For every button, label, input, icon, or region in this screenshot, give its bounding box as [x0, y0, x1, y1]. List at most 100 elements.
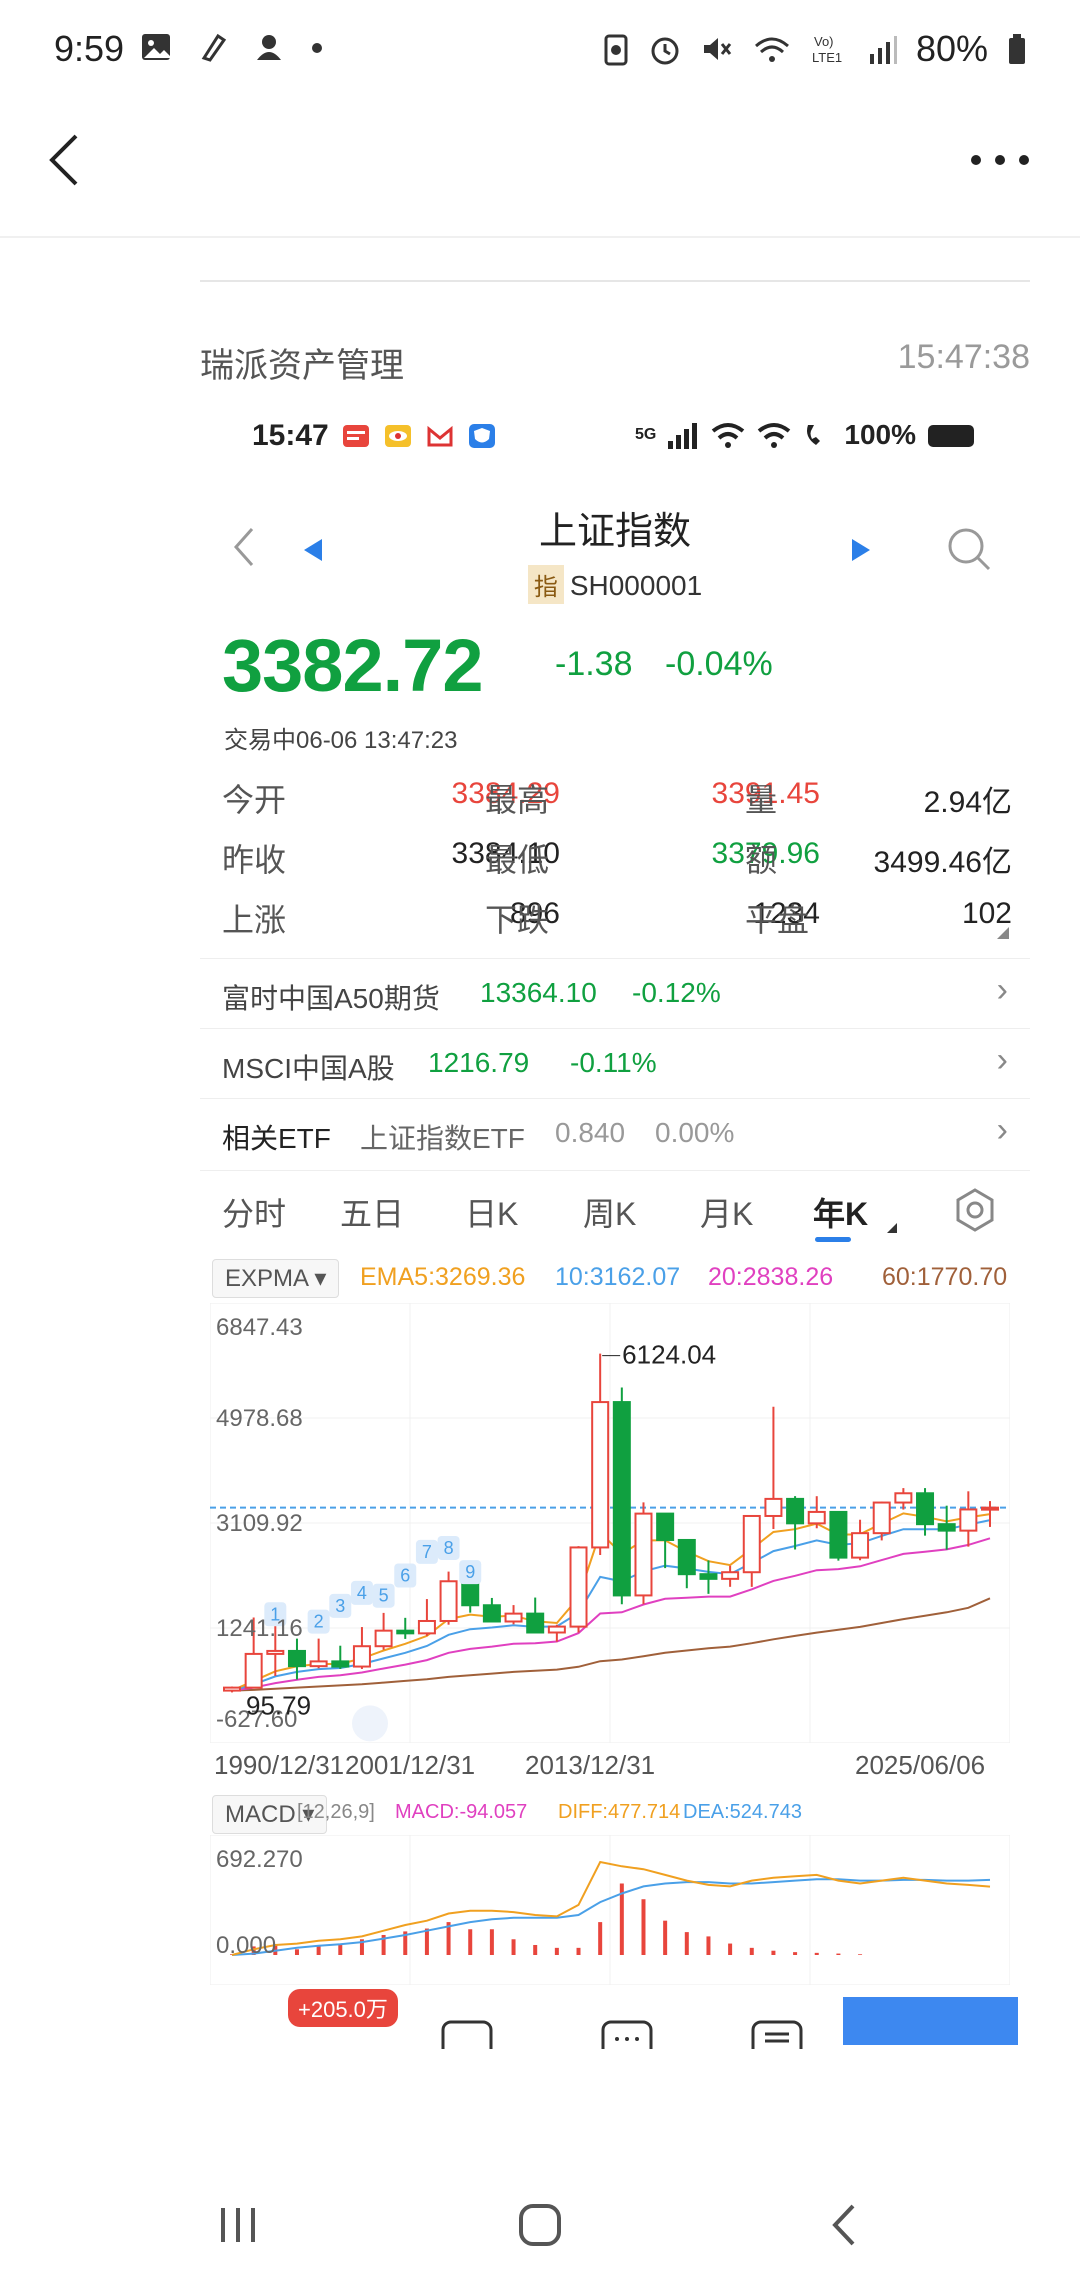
link-row-msci[interactable]: MSCI中国A股 1216.79 -0.11% ›	[200, 1028, 1030, 1098]
macd-hist-bar	[663, 1920, 668, 1955]
settings-icon[interactable]	[952, 1187, 998, 1233]
candle-body	[331, 1660, 350, 1668]
y-tick-label: 6847.43	[216, 1314, 303, 1341]
tab-week-k[interactable]: 周K	[583, 1189, 636, 1235]
y-tick-label: 3109.92	[216, 1510, 303, 1537]
candle-body	[504, 1612, 523, 1623]
svg-text:Vo): Vo)	[814, 34, 834, 49]
x-label: 2013/12/31	[525, 1750, 656, 1780]
wifi-icon	[754, 37, 789, 62]
quote-grid: 今开 3384.29 最高 3391.45 量 2.94亿 昨收 3384.10 最低 3379.…	[200, 775, 1030, 955]
more-options-button[interactable]	[960, 130, 1040, 190]
link-row-etf[interactable]: 相关ETF 上证指数ETF 0.840 0.00% ›	[200, 1098, 1030, 1168]
fullscreen-icon	[352, 1705, 388, 1742]
back-button[interactable]	[40, 130, 90, 190]
gmail-icon	[427, 425, 453, 447]
ema20-value: 20:2838.26	[708, 1263, 834, 1291]
expma-selector[interactable]: EXPMA ▾	[212, 1259, 340, 1298]
toolbar-trend-icon[interactable]	[440, 2019, 494, 2049]
macd-indicator-bar: MACD ▾ [12,26,9] MACD:-94.057 DIFF:477.7…	[200, 1795, 1030, 1835]
link-sub: 上证指数ETF	[360, 1123, 525, 1154]
toolbar-comment-icon[interactable]	[600, 2019, 654, 2049]
recent-apps-icon[interactable]	[215, 2202, 261, 2248]
macd-hist-bar	[294, 1949, 299, 1955]
tab-month-k[interactable]: 月K	[700, 1189, 753, 1235]
home-icon[interactable]	[515, 2200, 565, 2250]
candle-body	[569, 1546, 588, 1628]
candle-body	[591, 1401, 610, 1549]
fund-flow-badge[interactable]: +205.0万	[288, 1989, 398, 2027]
link-pct: -0.11%	[570, 1047, 657, 1078]
next-stock-icon[interactable]	[850, 537, 872, 563]
trade-button[interactable]	[843, 1997, 1018, 2045]
wifi-call-icon	[807, 425, 821, 445]
quote-label: 昨收	[222, 842, 287, 878]
period-tabs: 分时 五日 日K 周K 月K 年K	[200, 1170, 1030, 1250]
quote-value: 3499.46亿	[873, 846, 1012, 879]
price-change-percent: -0.04%	[665, 645, 773, 683]
ema60-value: 60:1770.70	[882, 1263, 1008, 1291]
candle-marker-number: 4	[357, 1583, 367, 1603]
shared-screenshot[interactable]: 15:47 5G 100% 上证指数 指 SH000001 3382.72 -1.…	[200, 395, 1030, 2155]
tab-five-day[interactable]: 五日	[340, 1189, 404, 1235]
macd-y-tick: 0.000	[216, 1932, 276, 1959]
macd-hist-bar	[424, 1928, 429, 1955]
toolbar-news-icon[interactable]	[750, 2019, 804, 2049]
link-value: 13364.10	[480, 977, 597, 1008]
k-line-chart[interactable]: 1 234 567 896847.434978.683109.921241.16-62…	[210, 1303, 1010, 1743]
status-bar: 9:59 Vo) LTE1 80%	[0, 0, 1080, 100]
candle-body	[851, 1532, 870, 1559]
quote-label: 额	[745, 842, 778, 878]
candle-body	[244, 1652, 263, 1689]
x-axis-labels: 1990/12/31 2001/12/31 2013/12/31 2025/06…	[200, 1750, 1030, 1790]
link-pct: 0.00%	[655, 1117, 735, 1148]
link-name: 富时中国A50期货	[222, 983, 440, 1014]
shield-app-icon	[468, 424, 495, 448]
tab-day-k[interactable]: 日K	[465, 1189, 518, 1235]
candle-marker-number: 7	[422, 1542, 432, 1562]
link-value: 0.840	[555, 1117, 626, 1148]
link-row-a50[interactable]: 富时中国A50期货 13364.10 -0.12% ›	[200, 958, 1030, 1028]
ema-indicator-bar: EXPMA ▾ EMA5:3269.36 10:3162.07 20:2838.…	[200, 1255, 1030, 1301]
y-tick-label: 1241.16	[216, 1615, 303, 1642]
candle-body	[656, 1512, 675, 1541]
link-name: MSCI中国A股	[222, 1053, 395, 1084]
candle-body	[352, 1645, 371, 1668]
y-tick-label: 4978.68	[216, 1405, 303, 1432]
quote-label: 最高	[485, 782, 550, 818]
macd-chart[interactable]: 692.270 0.000	[210, 1835, 1010, 1985]
candle-body	[981, 1506, 999, 1511]
mute-icon	[703, 38, 732, 60]
macd-hist-bar	[468, 1929, 473, 1955]
inner-battery-icon	[928, 425, 974, 447]
candle-body	[526, 1612, 545, 1634]
candle-body	[829, 1510, 848, 1559]
quote-value: 2.94亿	[923, 786, 1012, 819]
message-divider	[200, 280, 1030, 282]
candle-marker-number: 5	[379, 1586, 389, 1606]
tab-year-k[interactable]: 年K	[813, 1189, 868, 1235]
chevron-left-icon	[49, 134, 78, 186]
battery-icon	[1009, 34, 1025, 64]
diff-value: DIFF:477.714	[558, 1801, 681, 1823]
candle-body	[439, 1580, 458, 1622]
inner-time-text: 15:47	[252, 419, 329, 452]
more-notifications-dot-icon	[312, 43, 322, 53]
nav-back-icon[interactable]	[825, 2202, 865, 2248]
search-icon[interactable]	[945, 525, 993, 573]
candle-body	[309, 1660, 328, 1668]
tab-dropdown-icon[interactable]	[885, 1221, 899, 1235]
quote-label: 量	[745, 782, 778, 818]
macd-hist-bar	[511, 1939, 516, 1955]
quote-label: 最低	[485, 842, 550, 878]
sender-name[interactable]: 瑞派资产管理	[200, 338, 404, 387]
stock-name: 上证指数	[538, 511, 691, 553]
tab-intraday[interactable]: 分时	[222, 1189, 286, 1235]
stock-code: SH000001	[569, 570, 703, 601]
more-dots-icon	[971, 155, 1029, 165]
system-nav-bar	[0, 2180, 1080, 2280]
message-time: 15:47:38	[897, 338, 1030, 376]
expand-corner-icon[interactable]	[995, 925, 1011, 941]
chevron-right-icon: ›	[996, 971, 1008, 1009]
inner-status-right: 5G 100%	[635, 419, 978, 451]
